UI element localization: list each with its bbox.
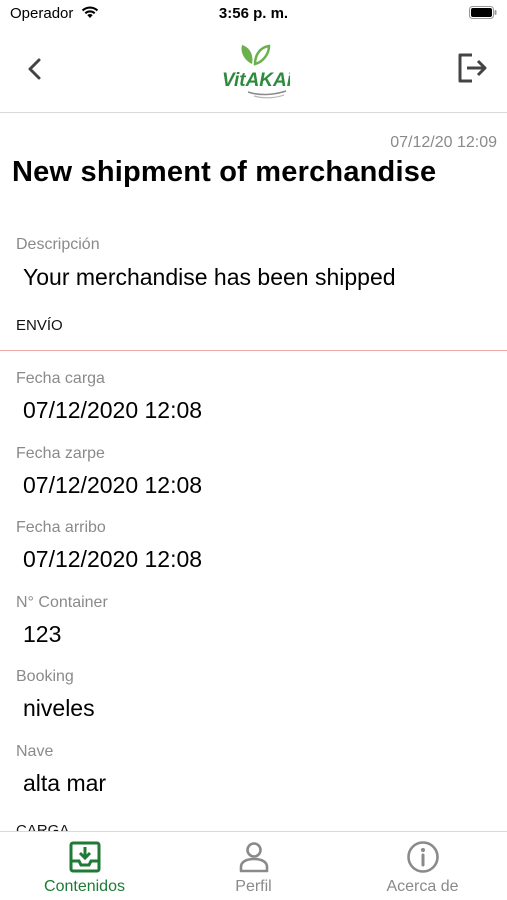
fecha-zarpe-value: 07/12/2020 12:08 xyxy=(23,472,203,498)
back-button[interactable] xyxy=(22,54,48,84)
tab-acerca-de[interactable]: Acerca de xyxy=(338,832,507,900)
nave-value: alta mar xyxy=(23,770,107,796)
section-divider xyxy=(0,350,507,351)
fecha-arribo-label: Fecha arribo xyxy=(16,519,106,536)
fecha-carga-label: Fecha carga xyxy=(16,370,105,387)
tab-contenidos[interactable]: Contenidos xyxy=(0,832,169,900)
info-icon xyxy=(407,841,439,873)
description-label: Descripción xyxy=(16,236,100,253)
navigation-bar: VitAKAi xyxy=(0,30,507,113)
container-value: 123 xyxy=(23,621,62,647)
vitakai-logo: VitAKAi xyxy=(222,44,290,99)
booking-value: niveles xyxy=(23,695,95,721)
fecha-arribo-value: 07/12/2020 12:08 xyxy=(23,546,203,572)
fecha-carga-value: 07/12/2020 12:08 xyxy=(23,397,203,423)
notification-date: 07/12/20 12:09 xyxy=(390,134,497,151)
page-title: New shipment of merchandise xyxy=(12,156,437,188)
detail-content: 07/12/20 12:09 New shipment of merchandi… xyxy=(0,114,507,831)
tab-bar: Contenidos Perfil Acerca de xyxy=(0,831,507,900)
status-bar: Operador 3:56 p. m. xyxy=(0,0,507,30)
container-label: N° Container xyxy=(16,594,108,611)
section-header-envio: ENVÍO xyxy=(16,317,63,334)
booking-label: Booking xyxy=(16,668,74,685)
nave-label: Nave xyxy=(16,743,54,760)
svg-text:VitAKAi: VitAKAi xyxy=(222,70,290,91)
tab-label-perfil: Perfil xyxy=(235,878,272,895)
user-icon xyxy=(239,842,269,873)
section-header-carga: CARGA xyxy=(16,822,70,831)
tab-label-acerca-de: Acerca de xyxy=(386,878,459,895)
tab-perfil[interactable]: Perfil xyxy=(169,832,338,900)
tab-label-contenidos: Contenidos xyxy=(44,878,125,895)
fecha-zarpe-label: Fecha zarpe xyxy=(16,445,105,462)
battery-icon xyxy=(469,6,497,19)
logout-button[interactable] xyxy=(455,50,491,86)
status-time: 3:56 p. m. xyxy=(218,5,289,22)
inbox-download-icon xyxy=(69,841,101,873)
description-value: Your merchandise has been shipped xyxy=(23,264,396,290)
